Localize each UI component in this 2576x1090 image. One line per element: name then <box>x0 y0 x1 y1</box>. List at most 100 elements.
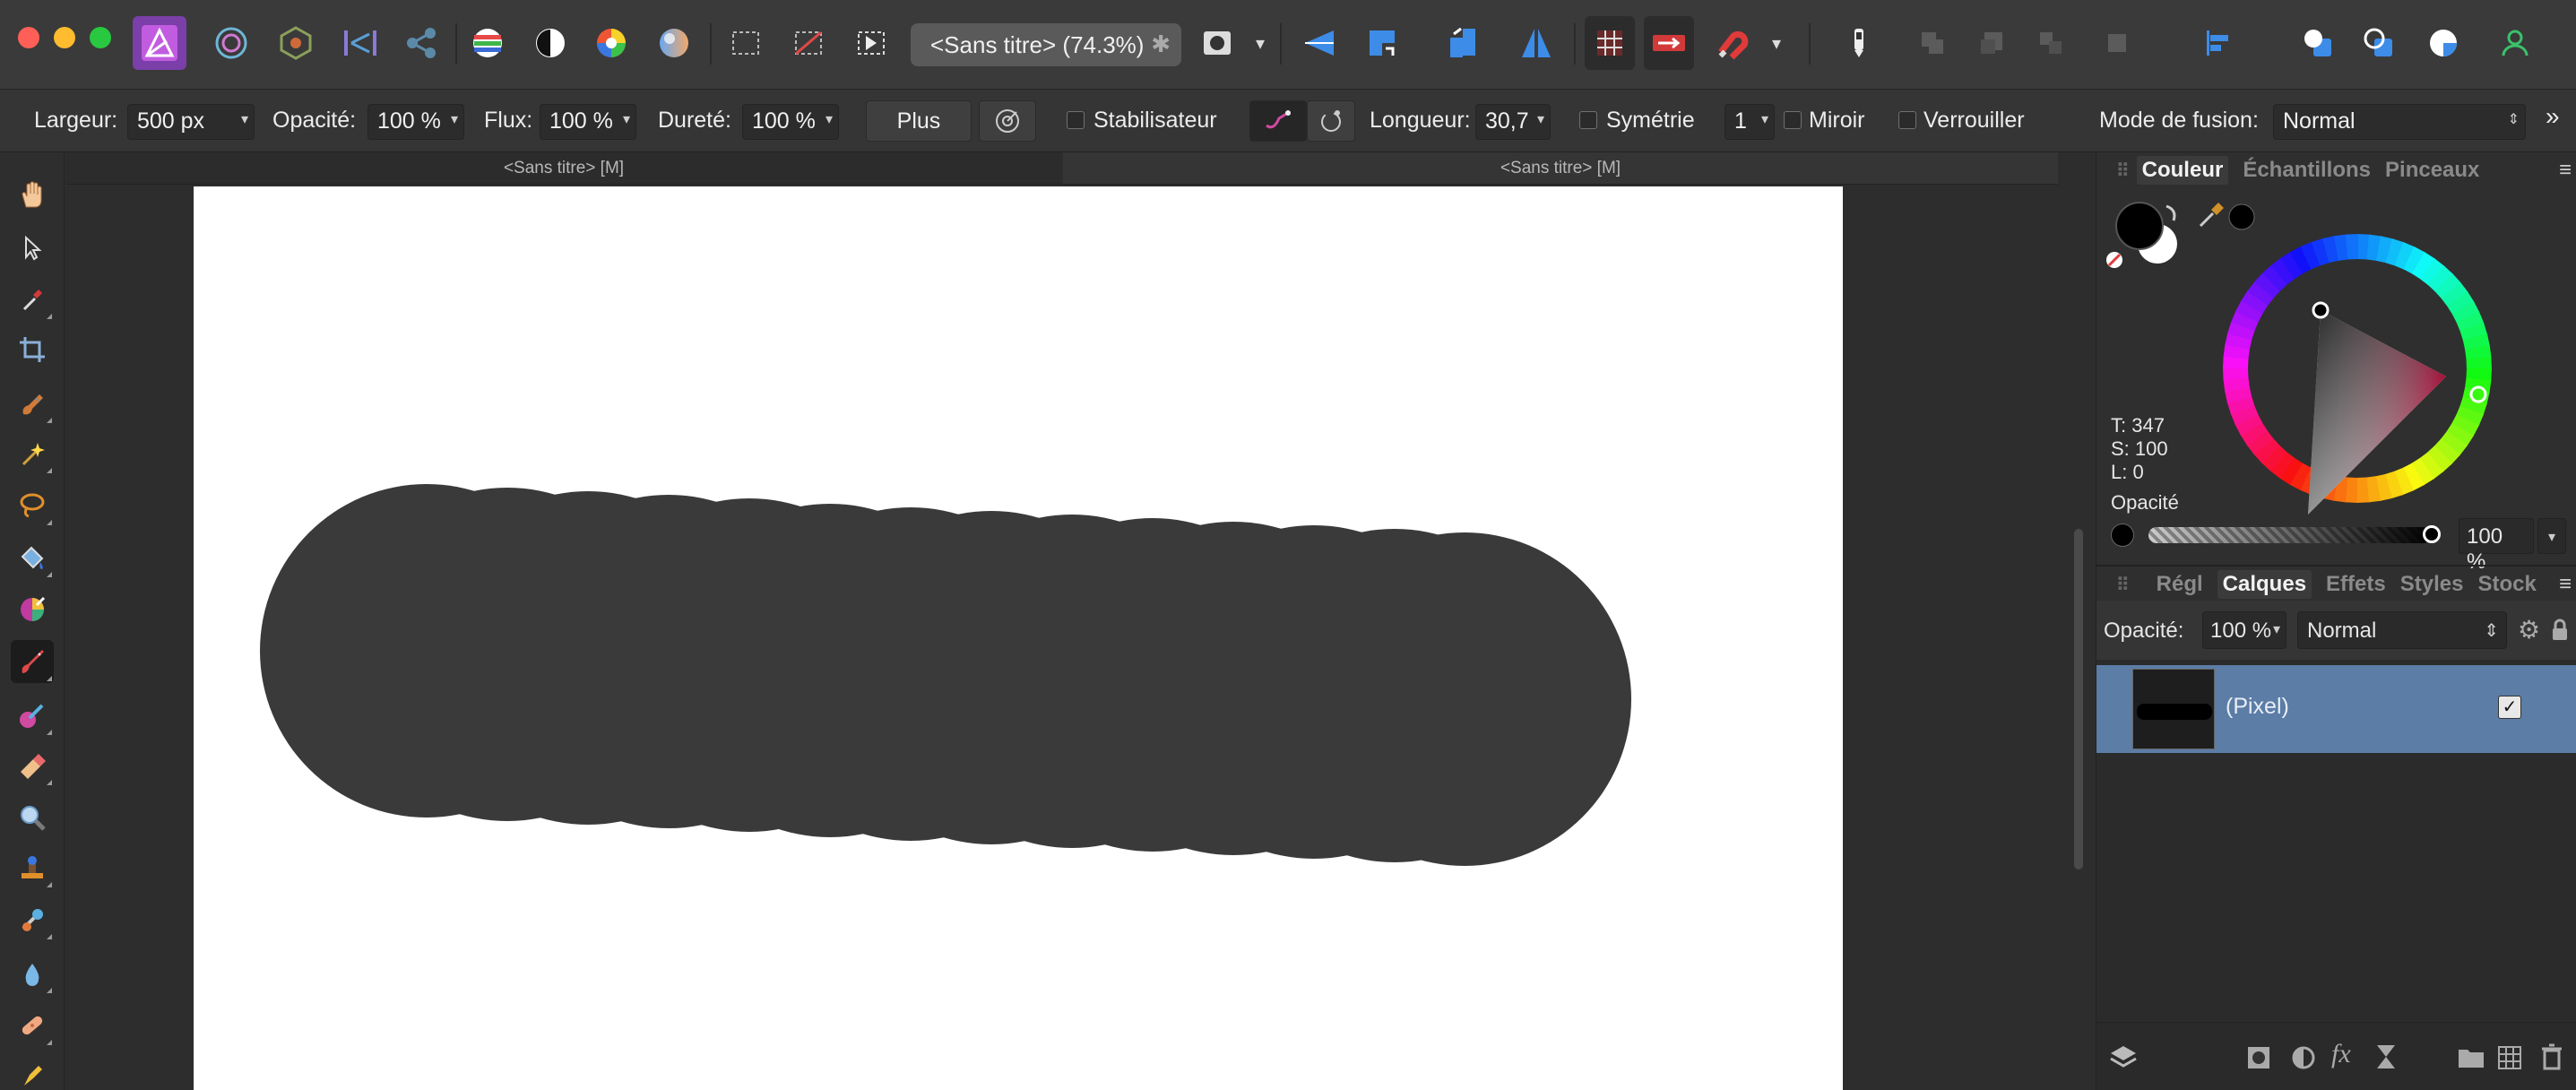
color-picker-tool-icon[interactable] <box>11 278 54 321</box>
flatten-icon[interactable] <box>2094 16 2140 70</box>
triangle-handle[interactable] <box>2312 301 2330 319</box>
color-wheel[interactable] <box>2209 221 2505 516</box>
view-tool-icon[interactable] <box>11 174 54 217</box>
zoom-window-button[interactable] <box>90 27 111 48</box>
tab-effets[interactable]: Effets <box>2326 572 2386 597</box>
liquify-persona-icon[interactable] <box>208 16 255 70</box>
lock-checkbox[interactable] <box>1898 111 1916 129</box>
layers-stack-icon[interactable] <box>2107 1042 2139 1071</box>
layer-row[interactable]: (Pixel) ✓ <box>2096 665 2576 753</box>
tab-calques[interactable]: Calques <box>2217 570 2312 599</box>
tab-stock[interactable]: Stock <box>2477 572 2536 597</box>
document-tab-2[interactable]: <Sans titre> [M] <box>1063 152 2058 185</box>
vertical-scrollbar[interactable] <box>2074 529 2083 869</box>
mirror-checkbox[interactable] <box>1784 111 1802 129</box>
export-persona-icon[interactable] <box>398 16 445 70</box>
panel-menu-icon[interactable]: ≡ <box>2559 158 2572 183</box>
group-icon[interactable] <box>1968 16 2015 70</box>
dodge-burn-tool-icon[interactable] <box>11 898 54 941</box>
layer-opacity-field[interactable]: 100 % ▾ <box>2202 611 2286 649</box>
erase-brush-tool-icon[interactable] <box>11 744 54 787</box>
document-title-tab[interactable]: <Sans titre> (74.3%) ✱ <box>911 23 1181 66</box>
snapping-icon[interactable] <box>1294 16 1344 70</box>
document-canvas[interactable] <box>194 186 1843 1090</box>
panel-menu-icon[interactable]: ≡ <box>2559 572 2572 597</box>
photo-persona-icon[interactable] <box>133 16 186 70</box>
add-pixel-layer-icon[interactable] <box>2496 1044 2523 1071</box>
snapping-magnet-icon[interactable] <box>1707 16 1757 70</box>
assistant-icon[interactable] <box>1644 16 1694 70</box>
stabilizer-checkbox[interactable] <box>1067 111 1085 129</box>
opacity-slider[interactable] <box>2148 527 2432 543</box>
healing-brush-tool-icon[interactable] <box>11 1004 54 1047</box>
paint-brush-tool-icon[interactable] <box>11 640 54 683</box>
ungroup-icon[interactable] <box>2027 16 2074 70</box>
fx-layer-effects-icon[interactable]: fx <box>2331 1039 2351 1069</box>
hardness-field[interactable]: 100 % ▾ <box>742 104 839 140</box>
snapping-dropdown[interactable]: ▾ <box>1764 16 1789 70</box>
tab-couleur[interactable]: Couleur <box>2136 156 2229 185</box>
brush-dynamics-icon[interactable] <box>979 100 1036 142</box>
user-account-icon[interactable] <box>2492 16 2538 70</box>
align-left-icon[interactable] <box>2194 16 2241 70</box>
fill-stroke-swatch-icon[interactable] <box>2104 199 2184 274</box>
levels-adjust-icon[interactable] <box>464 16 511 70</box>
mixer-brush-tool-icon[interactable] <box>11 694 54 737</box>
symmetry-count-field[interactable]: 1 ▾ <box>1725 104 1775 140</box>
opacity-slider-handle[interactable] <box>2423 525 2441 543</box>
color-opacity-dropdown[interactable]: ▾ <box>2537 518 2566 554</box>
flood-select-tool-icon[interactable] <box>11 432 54 475</box>
tab-echantillons[interactable]: Échantillons <box>2243 158 2371 183</box>
hsl-adjust-icon[interactable] <box>588 16 635 70</box>
develop-persona-icon[interactable] <box>272 16 319 70</box>
invert-selection-icon[interactable] <box>848 16 895 70</box>
crop-tool-icon[interactable] <box>11 328 54 371</box>
freehand-select-tool-icon[interactable] <box>11 484 54 527</box>
rope-mode-icon[interactable] <box>1249 100 1307 142</box>
tone-mapping-persona-icon[interactable] <box>337 16 384 70</box>
black-white-adjust-icon[interactable] <box>527 16 574 70</box>
symmetry-checkbox[interactable] <box>1579 111 1597 129</box>
pen-pressure-icon[interactable] <box>1836 16 1882 70</box>
merge-down-icon[interactable] <box>1909 16 1956 70</box>
live-filter-icon[interactable] <box>2374 1042 2398 1071</box>
tab-styles[interactable]: Styles <box>2400 572 2464 597</box>
blend-mode-select[interactable]: Normal ⇕ <box>2273 104 2526 140</box>
delete-layer-trash-icon[interactable] <box>2539 1042 2564 1071</box>
adjustment-layer-icon[interactable] <box>2290 1044 2317 1071</box>
document-tab-1[interactable]: <Sans titre> [M] <box>66 152 1061 185</box>
pen-tool-icon[interactable] <box>11 1054 54 1090</box>
subtract-shape-icon[interactable] <box>2356 16 2402 70</box>
marquee-select-icon[interactable] <box>722 16 769 70</box>
flow-field[interactable]: 100 % ▾ <box>540 104 636 140</box>
tab-regl[interactable]: Régl <box>2157 572 2203 597</box>
color-replace-tool-icon[interactable] <box>11 588 54 631</box>
blur-brush-tool-icon[interactable] <box>11 952 54 995</box>
tab-pinceaux[interactable]: Pinceaux <box>2385 158 2479 183</box>
width-field[interactable]: 500 px ▾ <box>127 104 255 140</box>
flip-horizontal-icon[interactable] <box>1511 16 1561 70</box>
quick-mask-icon[interactable] <box>1196 16 1239 70</box>
layer-lock-icon[interactable] <box>2550 619 2570 642</box>
clone-stamp-tool-icon[interactable] <box>11 846 54 889</box>
add-shape-icon[interactable] <box>2295 16 2341 70</box>
deselect-icon[interactable] <box>785 16 832 70</box>
flood-fill-tool-icon[interactable] <box>11 536 54 579</box>
intersect-shape-icon[interactable] <box>2420 16 2467 70</box>
arrange-back-icon[interactable] <box>1438 16 1488 70</box>
layer-blend-mode-select[interactable]: Normal ⇕ <box>2297 611 2507 649</box>
document-modified-icon[interactable]: ✱ <box>1151 30 1171 58</box>
minimize-window-button[interactable] <box>54 27 75 48</box>
move-tool-icon[interactable] <box>11 226 54 269</box>
arrange-forward-icon[interactable] <box>1357 16 1407 70</box>
more-button[interactable]: Plus <box>866 100 972 142</box>
selection-brush-tool-icon[interactable] <box>11 382 54 425</box>
quick-mask-dropdown[interactable]: ▾ <box>1248 16 1273 70</box>
length-field[interactable]: 30,7 ▾ <box>1475 104 1551 140</box>
add-mask-icon[interactable] <box>2245 1044 2272 1071</box>
overflow-chevron-icon[interactable]: » <box>2546 102 2560 131</box>
opacity-field[interactable]: 100 % ▾ <box>367 104 464 140</box>
color-opacity-field[interactable]: 100 % <box>2459 518 2534 574</box>
grid-icon[interactable] <box>1585 16 1635 70</box>
layer-visibility-checkbox[interactable]: ✓ <box>2498 696 2521 719</box>
